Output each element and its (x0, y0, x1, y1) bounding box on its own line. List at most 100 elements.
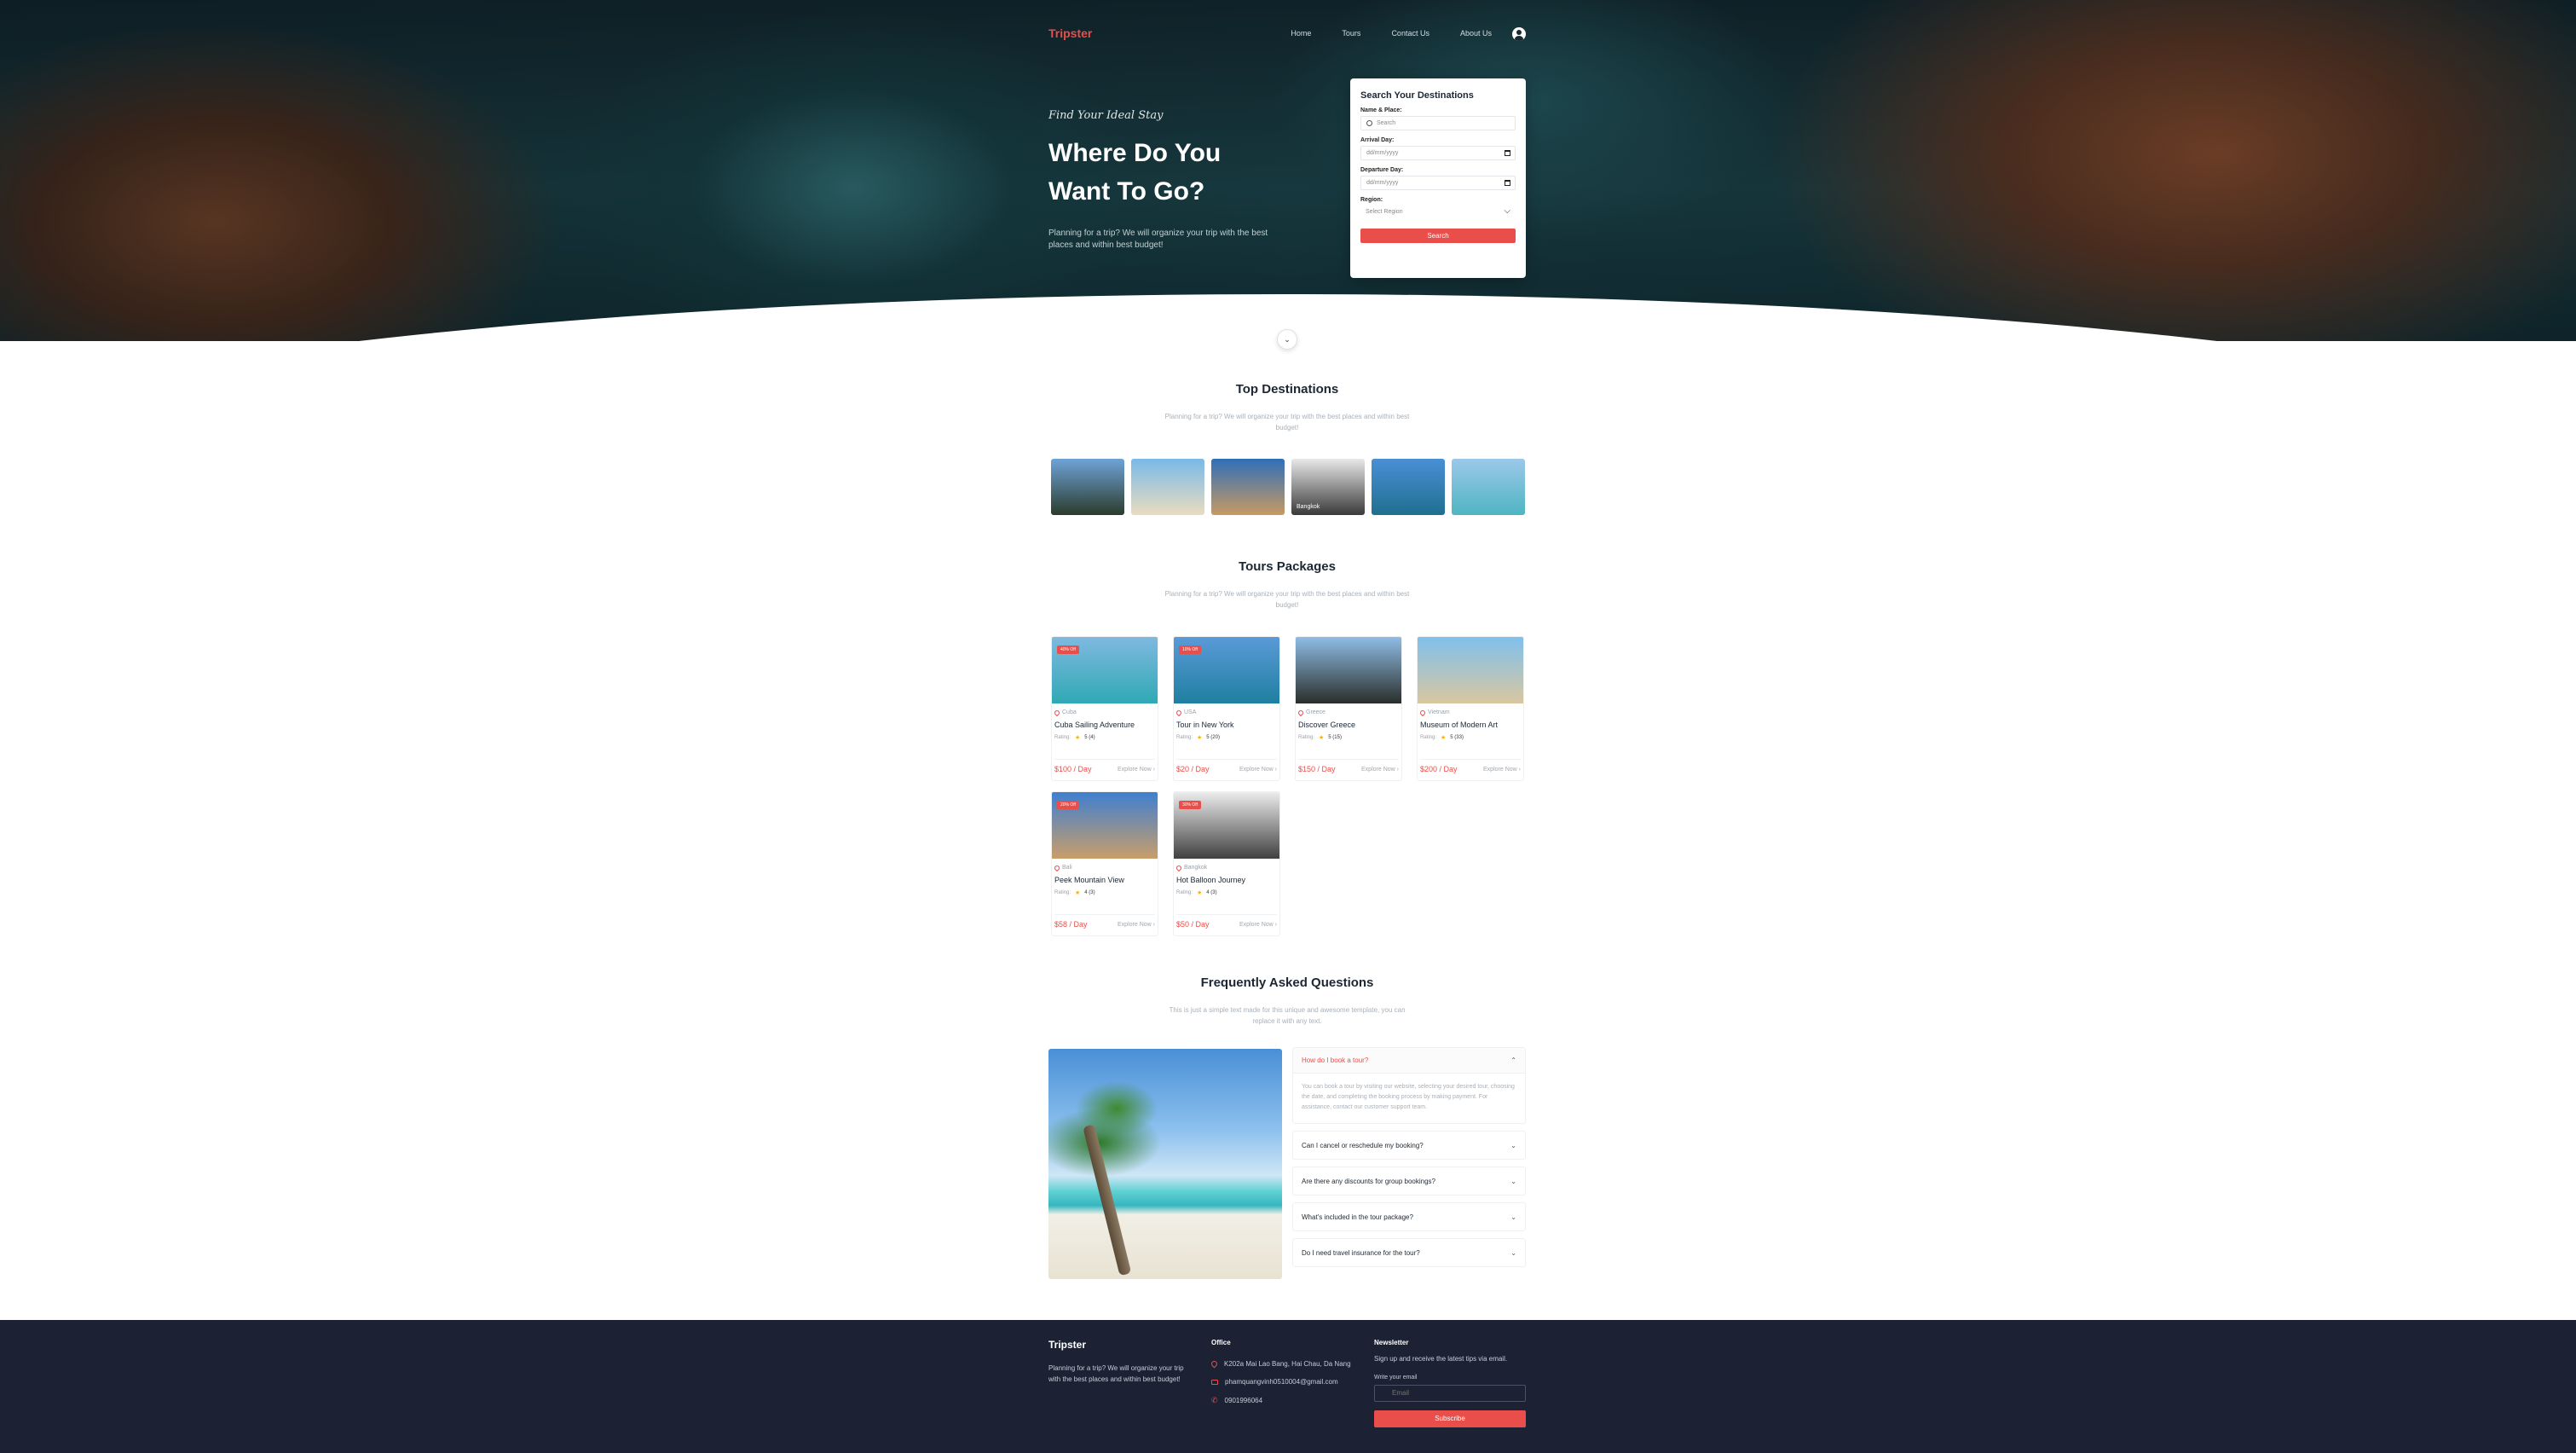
tour-image[interactable]: 40% Off (1052, 637, 1158, 703)
destination-card[interactable] (1452, 459, 1525, 515)
tour-name[interactable]: Hot Balloon Journey (1176, 876, 1277, 884)
tour-location-text: Greece (1306, 709, 1326, 715)
destinations-row: Bangkok (1051, 459, 1525, 515)
footer-phone[interactable]: ✆ 0901996064 (1211, 1396, 1351, 1405)
chevron-down-icon: ⌄ (1510, 1248, 1516, 1257)
star-icon: ★ (1197, 890, 1203, 896)
discount-badge: 30% Off (1179, 801, 1201, 809)
faq-item[interactable]: Are there any discounts for group bookin… (1292, 1166, 1526, 1195)
tour-name[interactable]: Cuba Sailing Adventure (1054, 721, 1155, 729)
faq-item[interactable]: What's included in the tour package? ⌄ (1292, 1202, 1526, 1231)
scroll-down-button[interactable]: ⌄ (1277, 329, 1297, 350)
faq-item[interactable]: Can I cancel or reschedule my booking? ⌄ (1292, 1131, 1526, 1160)
region-select[interactable]: Select Region ⌵ (1360, 206, 1516, 220)
nav-link-tours[interactable]: Tours (1342, 29, 1360, 38)
user-avatar-icon[interactable] (1512, 27, 1526, 41)
tour-location-text: Vietnam (1428, 709, 1450, 715)
tour-card[interactable]: 40% Off Cuba Cuba Sailing Adventure Rating:… (1051, 636, 1158, 781)
footer-newsletter-title: Newsletter (1374, 1339, 1409, 1346)
calendar-icon[interactable] (1505, 180, 1510, 186)
explore-now-link[interactable]: Explore Now › (1239, 767, 1277, 773)
destination-card[interactable] (1051, 459, 1124, 515)
tour-card[interactable]: 20% Off Bali Peek Mountain View Rating: ★ 4 (… (1051, 791, 1158, 936)
tour-name[interactable]: Tour in New York (1176, 721, 1277, 729)
nav-link-about[interactable]: About Us (1460, 29, 1492, 38)
destination-card[interactable] (1211, 459, 1285, 515)
tour-name[interactable]: Discover Greece (1298, 721, 1399, 729)
subscribe-button[interactable]: Subscribe (1374, 1410, 1526, 1427)
tour-body: Cuba Cuba Sailing Adventure Rating: ★ 5 (4) (1052, 703, 1158, 741)
search-title: Search Your Destinations (1360, 90, 1474, 101)
destination-card[interactable]: Bangkok (1291, 459, 1365, 515)
faq-question-open[interactable]: How do I book a tour? ⌃ (1293, 1048, 1525, 1074)
destination-card[interactable] (1131, 459, 1204, 515)
chevron-down-icon: ⌵ (1504, 206, 1510, 216)
rating-value: 4 (3) (1084, 890, 1095, 895)
destination-card[interactable] (1372, 459, 1445, 515)
footer-brand[interactable]: Tripster (1048, 1339, 1193, 1351)
tour-card[interactable]: Vietnam Museum of Modern Art Rating: ★ 5 (33… (1417, 636, 1524, 781)
tour-location: Bali (1053, 864, 1155, 871)
nav-link-home[interactable]: Home (1291, 29, 1311, 38)
tour-card[interactable]: 10% Off USA Tour in New York Rating: ★ 5 (20)… (1173, 636, 1280, 781)
tour-rating: Rating: ★ 5 (4) (1054, 734, 1155, 741)
calendar-icon[interactable] (1505, 150, 1510, 156)
arrival-day-label: Arrival Day: (1360, 137, 1395, 143)
footer-office-col: Office K202a Mai Lao Bang, Hai Chau, Da … (1210, 1339, 1351, 1415)
tour-rating: Rating: ★ 5 (20) (1176, 734, 1277, 741)
tour-card[interactable]: Greece Discover Greece Rating: ★ 5 (15) $150 … (1295, 636, 1402, 781)
faq-question-text: Do I need travel insurance for the tour? (1302, 1248, 1420, 1257)
footer-email-text[interactable]: phamquangvinh0510004@gmail.com (1225, 1378, 1338, 1386)
tour-location-text: Bali (1062, 865, 1072, 871)
explore-now-link[interactable]: Explore Now › (1118, 922, 1155, 928)
palm-tree-graphic (1083, 1124, 1132, 1276)
tour-image[interactable]: 20% Off (1052, 792, 1158, 859)
name-place-label: Name & Place: (1360, 107, 1402, 113)
tour-name[interactable]: Peek Mountain View (1054, 876, 1155, 884)
footer-phone-text[interactable]: 0901996064 (1225, 1397, 1263, 1404)
explore-now-link[interactable]: Explore Now › (1239, 922, 1277, 928)
tour-location-text: Bangkok (1184, 865, 1208, 871)
logo[interactable]: Tripster (1048, 26, 1092, 40)
star-icon: ★ (1075, 735, 1081, 741)
footer-office-title: Office (1211, 1339, 1231, 1346)
tour-location: USA (1175, 709, 1277, 716)
location-pin-icon (1175, 709, 1183, 716)
tour-image[interactable] (1296, 637, 1401, 703)
explore-now-link[interactable]: Explore Now › (1361, 767, 1399, 773)
search-button[interactable]: Search (1360, 229, 1516, 243)
faq-item[interactable]: Do I need travel insurance for the tour?… (1292, 1238, 1526, 1267)
arrival-day-input[interactable]: dd/mm/yyyy (1360, 146, 1516, 160)
rating-label: Rating: (1298, 735, 1315, 740)
footer-email[interactable]: phamquangvinh0510004@gmail.com (1211, 1378, 1351, 1386)
tour-price: $50 / Day (1176, 920, 1210, 929)
tours-subtitle: Planning for a trip? We will organize yo… (1164, 590, 1410, 609)
name-place-input[interactable]: Search (1360, 116, 1516, 130)
tour-card[interactable]: 30% Off Bangkok Hot Balloon Journey Rating:… (1173, 791, 1280, 936)
faq-title: Frequently Asked Questions (1200, 975, 1374, 990)
departure-day-value: dd/mm/yyyy (1366, 180, 1399, 186)
hero-text: Find Your Ideal Stay Where Do You Want T… (1048, 109, 1304, 252)
explore-now-link[interactable]: Explore Now › (1483, 767, 1521, 773)
tour-body: Vietnam Museum of Modern Art Rating: ★ 5 (33… (1418, 703, 1523, 741)
tour-image[interactable]: 30% Off (1174, 792, 1279, 859)
tour-footer: $58 / Day Explore Now › (1054, 914, 1155, 929)
newsletter-email-input[interactable] (1374, 1384, 1526, 1402)
location-pin-icon (1297, 709, 1305, 716)
tour-image[interactable] (1418, 637, 1523, 703)
tour-rating: Rating: ★ 4 (3) (1054, 889, 1155, 896)
explore-now-link[interactable]: Explore Now › (1118, 767, 1155, 773)
tour-image[interactable]: 10% Off (1174, 637, 1279, 703)
tour-name[interactable]: Museum of Modern Art (1420, 721, 1521, 729)
departure-day-input[interactable]: dd/mm/yyyy (1360, 176, 1516, 190)
destinations-subtitle: Planning for a trip? We will organize yo… (1164, 413, 1410, 431)
explore-now-label: Explore Now (1239, 766, 1274, 773)
rating-value: 5 (20) (1206, 735, 1220, 740)
tour-body: USA Tour in New York Rating: ★ 5 (20) (1174, 703, 1279, 741)
tour-location-text: USA (1184, 709, 1197, 715)
nav-link-contact[interactable]: Contact Us (1391, 29, 1430, 38)
page: Tripster Home Tours Contact Us About Us … (0, 0, 2576, 1453)
tour-rating: Rating: ★ 5 (15) (1298, 734, 1399, 741)
top-nav: Tripster Home Tours Contact Us About Us (1048, 24, 1526, 49)
faq-answer: You can book a tour by visiting our webs… (1302, 1084, 1515, 1110)
